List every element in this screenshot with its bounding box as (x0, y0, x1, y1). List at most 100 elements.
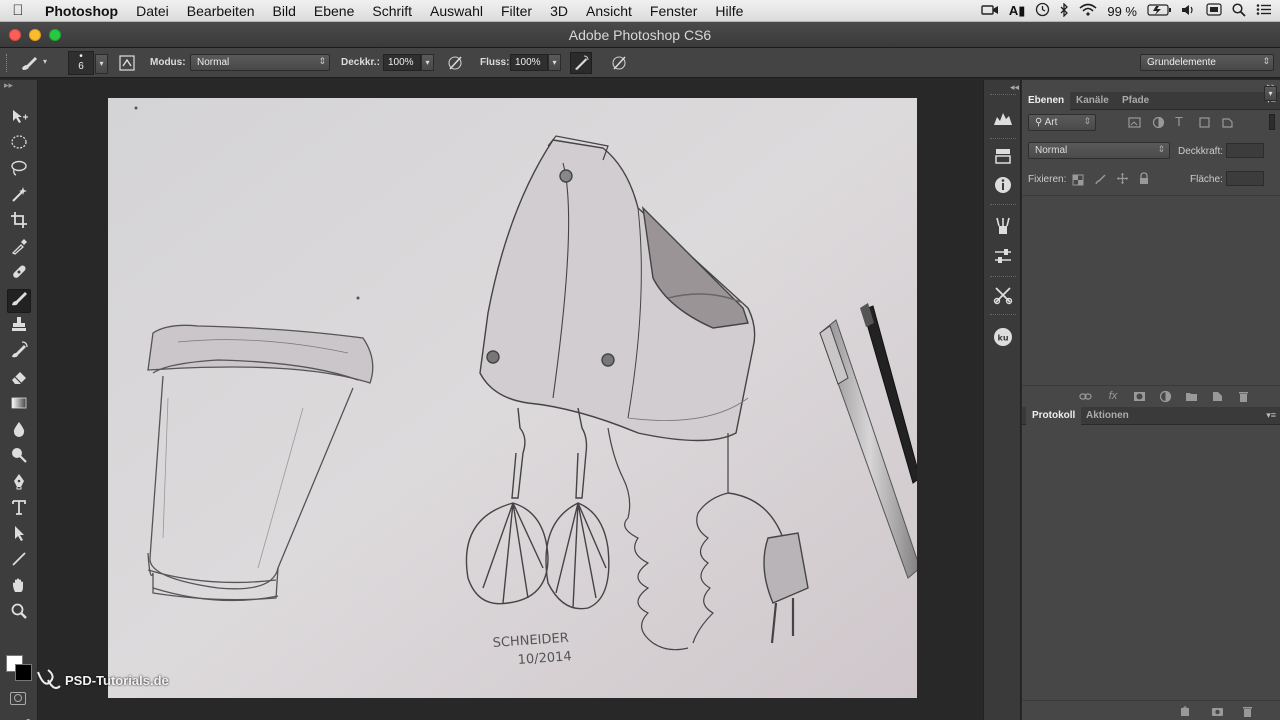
notification-center-icon[interactable] (1256, 3, 1272, 19)
tool-preset-brush-icon[interactable] (18, 52, 40, 74)
delete-layer-icon[interactable] (1236, 389, 1250, 403)
history-brush-tool[interactable] (7, 341, 31, 365)
keyboard-viewer-icon[interactable] (1206, 3, 1222, 19)
pen-tool[interactable] (7, 471, 31, 495)
link-layers-icon[interactable] (1078, 389, 1092, 403)
modus-select[interactable]: Normal (190, 54, 330, 71)
blend-mode-select[interactable]: Normal (1028, 142, 1170, 159)
menu-filter[interactable]: Filter (492, 3, 541, 19)
new-adjustment-layer-icon[interactable] (1158, 389, 1172, 403)
facetime-icon[interactable] (981, 4, 999, 19)
menu-bearbeiten[interactable]: Bearbeiten (178, 3, 264, 19)
pressure-size-icon[interactable] (608, 52, 630, 74)
wifi-icon[interactable] (1079, 3, 1097, 19)
new-snapshot-icon[interactable] (1210, 704, 1224, 718)
layer-opacity-input[interactable] (1226, 143, 1264, 158)
crop-tool[interactable] (7, 210, 31, 234)
tool-preset-dropdown[interactable]: ▾ (43, 57, 47, 66)
elliptical-marquee-tool[interactable] (7, 132, 31, 156)
info-icon[interactable] (991, 173, 1015, 197)
path-selection-tool[interactable] (7, 524, 31, 548)
move-tool[interactable] (7, 106, 31, 130)
brush-size-dropdown[interactable]: ▾ (95, 54, 108, 74)
filter-shape-icon[interactable] (1198, 116, 1212, 130)
brush-presets-icon[interactable] (991, 144, 1015, 168)
fluss-input[interactable]: 100% (510, 54, 548, 71)
deckkraft-slider-toggle[interactable]: ▾ (421, 54, 434, 71)
filter-type-icon[interactable]: T (1175, 114, 1189, 129)
window-close-button[interactable] (9, 29, 21, 41)
tab-ebenen[interactable]: Ebenen (1022, 92, 1071, 110)
menu-schrift[interactable]: Schrift (363, 3, 421, 19)
window-zoom-button[interactable] (49, 29, 61, 41)
new-group-icon[interactable] (1184, 389, 1198, 403)
kuler-icon[interactable]: ku (991, 325, 1015, 349)
tool-presets-icon[interactable] (991, 283, 1015, 307)
menu-3d[interactable]: 3D (541, 3, 577, 19)
filter-smartobject-icon[interactable] (1221, 116, 1235, 130)
menu-ebene[interactable]: Ebene (305, 3, 363, 19)
adjustments-icon[interactable] (991, 244, 1015, 268)
apple-menu-icon[interactable]:  (0, 2, 36, 19)
menu-auswahl[interactable]: Auswahl (421, 3, 492, 19)
fill-input[interactable] (1226, 171, 1264, 186)
menu-ansicht[interactable]: Ansicht (577, 3, 641, 19)
dock-collapse-icon[interactable]: ◂◂ (1010, 82, 1019, 93)
fill-slider-toggle[interactable]: ▾ (1264, 86, 1277, 101)
eyedropper-tool[interactable] (7, 237, 31, 261)
lock-position-icon[interactable] (1116, 172, 1130, 186)
filter-toggle[interactable] (1269, 114, 1275, 130)
lock-transparency-icon[interactable] (1072, 173, 1086, 187)
history-list[interactable] (1022, 426, 1280, 696)
volume-icon[interactable] (1181, 4, 1196, 19)
airbrush-toggle-icon[interactable] (570, 52, 592, 74)
tab-kanaele[interactable]: Kanäle (1070, 92, 1115, 110)
zoom-tool[interactable] (7, 602, 31, 626)
menu-datei[interactable]: Datei (127, 3, 178, 19)
clone-stamp-tool[interactable] (7, 315, 31, 339)
menu-fenster[interactable]: Fenster (641, 3, 706, 19)
menu-bild[interactable]: Bild (264, 3, 305, 19)
fluss-slider-toggle[interactable]: ▾ (548, 54, 561, 71)
tab-pfade[interactable]: Pfade (1116, 92, 1155, 110)
filter-adjustment-icon[interactable] (1152, 116, 1166, 130)
bluetooth-icon[interactable] (1060, 1, 1069, 20)
tab-aktionen[interactable]: Aktionen (1080, 407, 1135, 425)
history-panel-menu-icon[interactable]: ▾≡ (1266, 410, 1276, 421)
window-minimize-button[interactable] (29, 29, 41, 41)
adobe-ime-icon[interactable]: A▮ (1009, 3, 1026, 19)
blur-tool[interactable] (7, 419, 31, 443)
type-tool[interactable] (7, 498, 31, 522)
layer-style-fx-icon[interactable]: fx (1106, 389, 1120, 403)
lasso-tool[interactable] (7, 158, 31, 182)
brush-tool[interactable] (7, 288, 31, 313)
time-machine-icon[interactable] (1035, 2, 1050, 20)
magic-wand-tool[interactable] (7, 184, 31, 208)
pressure-opacity-icon[interactable] (444, 52, 466, 74)
histogram-icon[interactable] (991, 106, 1015, 130)
workspace-select[interactable]: Grundelemente (1140, 54, 1274, 71)
eraser-tool[interactable] (7, 367, 31, 391)
brush-size-picker[interactable]: • 6 (68, 51, 94, 75)
menu-hilfe[interactable]: Hilfe (706, 3, 752, 19)
spot-healing-tool[interactable] (7, 263, 31, 287)
brush-panel-toggle-icon[interactable] (116, 52, 138, 74)
quick-mask-icon[interactable] (10, 692, 26, 705)
brush-panel-icon[interactable] (991, 214, 1015, 238)
dodge-tool[interactable] (7, 445, 31, 469)
tools-collapse-icon[interactable]: ▸▸ (0, 80, 37, 92)
gradient-tool[interactable] (7, 393, 31, 417)
document-canvas[interactable]: SCHNEIDER 10/2014 (108, 98, 917, 698)
background-color-swatch[interactable] (15, 664, 32, 681)
spotlight-search-icon[interactable] (1232, 2, 1246, 20)
new-document-from-state-icon[interactable] (1178, 704, 1192, 718)
line-tool[interactable] (7, 550, 31, 574)
menu-app-photoshop[interactable]: Photoshop (36, 3, 127, 19)
delete-state-icon[interactable] (1240, 704, 1254, 718)
new-layer-icon[interactable] (1210, 389, 1224, 403)
filter-pixel-icon[interactable] (1128, 116, 1142, 130)
layer-filter-select[interactable]: ⚲ Art (1028, 114, 1096, 131)
battery-icon[interactable] (1147, 3, 1171, 19)
add-mask-icon[interactable] (1132, 389, 1146, 403)
lock-all-icon[interactable] (1138, 172, 1152, 186)
